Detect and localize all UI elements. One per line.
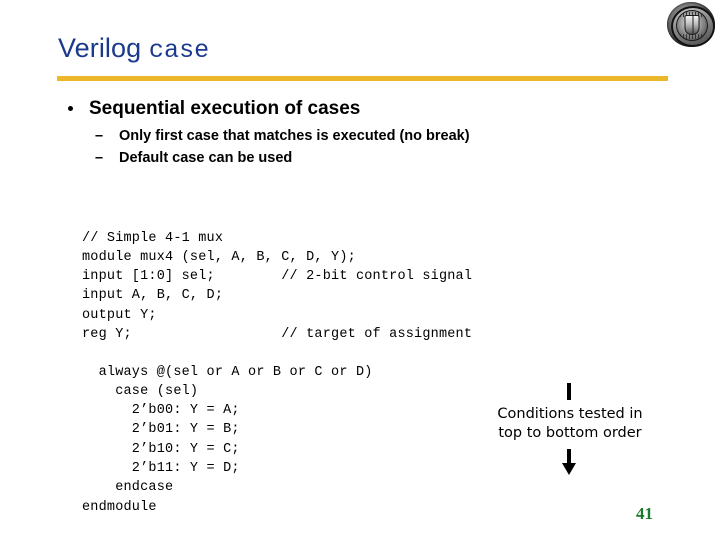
university-seal-logo xyxy=(667,2,715,47)
annotation-label: Conditions tested in top to bottom order xyxy=(497,406,643,441)
bullet-level2-item: – Only first case that matches is execut… xyxy=(57,125,657,147)
seal-inner-disc xyxy=(676,10,708,41)
slide-title-keyword-case: case xyxy=(148,36,210,65)
bullet-dash-icon: – xyxy=(95,150,104,166)
code-block-always-case: always @(sel or A or B or C or D) case (… xyxy=(82,364,373,515)
slide-title-word-verilog: Verilog xyxy=(58,33,149,63)
title-underline-rule xyxy=(57,76,668,81)
seal-crest-icon xyxy=(684,15,700,36)
slide-title: Verilog case xyxy=(58,32,209,67)
seal-bottom-lettering xyxy=(677,34,707,39)
slide-page-number: 41 xyxy=(636,504,653,523)
bullet-level2-item: – Default case can be used xyxy=(57,147,657,169)
bullet-level1-item: Sequential execution of cases xyxy=(57,96,657,121)
annotation-top-bar-icon xyxy=(567,383,571,400)
bullet-level1-label: Sequential execution of cases xyxy=(89,98,361,119)
code-block-module-declaration: // Simple 4-1 mux module mux4 (sel, A, B… xyxy=(82,230,473,342)
slide-canvas: Verilog case Sequential execution of cas… xyxy=(0,0,720,540)
bullet-level2-label: Only first case that matches is executed… xyxy=(119,128,470,144)
annotation-down-arrow-icon xyxy=(562,449,576,475)
bullet-level2-label: Default case can be used xyxy=(119,150,293,166)
bullet-dot-icon xyxy=(68,106,73,111)
bullet-list: Sequential execution of cases – Only fir… xyxy=(57,96,657,169)
bullet-dash-icon: – xyxy=(95,128,104,144)
